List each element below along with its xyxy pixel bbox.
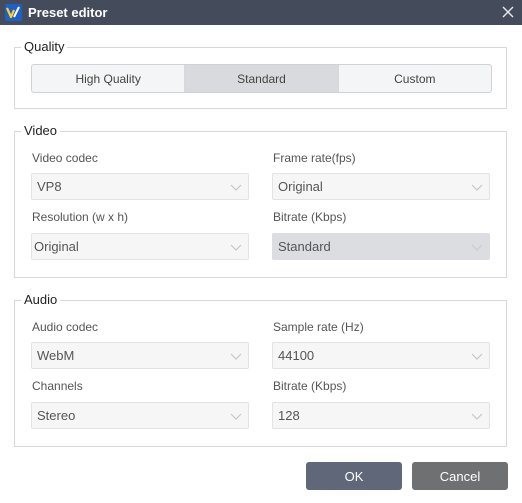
audio-legend: Audio [21,292,61,308]
quality-option-high[interactable]: High Quality [32,65,186,92]
window-title: Preset editor [28,5,108,20]
frame-rate-label: Frame rate(fps) [273,151,356,165]
frame-rate-select[interactable]: Original [272,173,490,200]
quality-legend: Quality [21,39,68,55]
chevron-down-icon [471,413,483,420]
frame-rate-value: Original [278,179,323,194]
video-bitrate-value: Standard [278,239,331,254]
video-legend: Video [21,123,61,139]
chevron-down-icon [471,244,483,251]
sample-rate-value: 44100 [278,348,315,363]
video-bitrate-select: Standard [272,233,490,260]
close-icon[interactable] [498,2,518,22]
cancel-button[interactable]: Cancel [412,462,508,490]
video-group: Video Video codec VP8 Frame rate(fps) Or… [14,123,507,278]
audio-codec-label: Audio codec [32,320,99,334]
sample-rate-select[interactable]: 44100 [272,342,490,369]
quality-option-custom[interactable]: Custom [339,65,491,92]
resolution-select[interactable]: Original [31,233,249,260]
audio-codec-value: WebM [37,348,75,363]
video-codec-select[interactable]: VP8 [31,173,249,200]
quality-group: Quality High Quality Standard Custom [14,39,507,109]
chevron-down-icon [230,353,242,360]
chevron-down-icon [471,353,483,360]
chevron-down-icon [471,184,483,191]
audio-bitrate-select[interactable]: 128 [272,402,490,429]
title-bar: Preset editor [0,0,522,25]
audio-bitrate-value: 128 [278,408,300,423]
audio-codec-select[interactable]: WebM [31,342,249,369]
resolution-label: Resolution (w x h) [32,210,129,224]
channels-label: Channels [32,379,83,393]
audio-group: Audio Audio codec WebM Sample rate (Hz) … [14,292,507,447]
video-bitrate-label: Bitrate (Kbps) [273,210,347,224]
ok-button[interactable]: OK [306,462,402,490]
sample-rate-label: Sample rate (Hz) [273,320,364,334]
channels-select[interactable]: Stereo [31,402,249,429]
chevron-down-icon [230,184,242,191]
channels-value: Stereo [37,408,76,423]
chevron-down-icon [230,244,242,251]
quality-segmented-control: High Quality Standard Custom [31,64,492,93]
video-codec-label: Video codec [32,151,98,165]
quality-option-standard[interactable]: Standard [185,65,339,92]
chevron-down-icon [230,413,242,420]
resolution-value: Original [34,239,79,254]
audio-bitrate-label: Bitrate (Kbps) [273,379,347,393]
app-logo-icon [5,4,22,21]
video-codec-value: VP8 [37,179,62,194]
